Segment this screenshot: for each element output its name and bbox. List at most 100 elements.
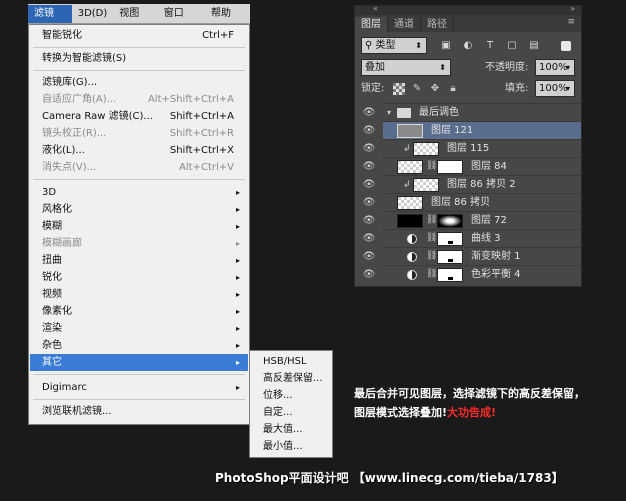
menu-item-label: 消失点(V)... — [42, 162, 97, 173]
menu-item-liquify[interactable]: 液化(L)... Shift+Ctrl+X — [30, 142, 248, 159]
menu-item-digimarc[interactable]: Digimarc ▸ — [30, 379, 248, 396]
menu-item-camera-raw[interactable]: Camera Raw 滤镜(C)... Shift+Ctrl+A — [30, 108, 248, 125]
tab-channels[interactable]: 通道 — [388, 17, 421, 32]
menu-item-other[interactable]: 其它 ▸ — [30, 354, 248, 371]
menu-item-label: 滤镜库(G)... — [42, 77, 98, 88]
eye-icon[interactable]: 👁︎ — [361, 104, 377, 122]
layer-mask-thumbnail[interactable] — [437, 214, 463, 228]
layer-row[interactable]: 👁︎ 图层 86 拷贝 — [363, 193, 581, 211]
menu-item-blur[interactable]: 模糊 ▸ — [30, 218, 248, 235]
collapse-left-icon[interactable]: « — [373, 4, 378, 13]
menubar: 滤镜(T) 3D(D) 视图(V) 窗口(W) 帮助(H) — [28, 4, 250, 37]
menu-item-convert-smart-filter[interactable]: 转换为智能滤镜(S) — [30, 50, 248, 67]
menu-item-stylize[interactable]: 风格化 ▸ — [30, 201, 248, 218]
fill-input[interactable]: 100% ▾ — [535, 80, 575, 97]
type-filter-icon[interactable]: T — [483, 39, 497, 53]
menu-3d[interactable]: 3D(D) — [72, 5, 114, 23]
blend-mode-select[interactable]: 叠加 ⬍ — [361, 59, 451, 76]
submenu-arrow-icon: ▸ — [235, 256, 240, 265]
menu-item-pixelate[interactable]: 像素化 ▸ — [30, 303, 248, 320]
eye-icon[interactable]: 👁︎ — [361, 122, 377, 140]
smart-object-filter-icon[interactable]: ▤ — [527, 39, 541, 53]
menu-item-label: 浏览联机滤镜... — [42, 406, 112, 417]
layer-mask-thumbnail[interactable] — [437, 232, 463, 246]
layer-row[interactable]: 👁︎ ↲ 图层 115 — [363, 139, 581, 157]
eye-icon[interactable]: 👁︎ — [361, 140, 377, 158]
submenu-item-maximum[interactable]: 最大值... — [251, 421, 331, 438]
eye-icon[interactable]: 👁︎ — [361, 176, 377, 194]
filter-toggle-icon[interactable] — [561, 41, 571, 51]
panel-tabs: 图层 通道 路径 — [355, 15, 581, 32]
menu-item-video[interactable]: 视频 ▸ — [30, 286, 248, 303]
lock-brush-icon[interactable]: ✎ — [411, 83, 423, 95]
lock-transparency-icon[interactable] — [393, 83, 405, 95]
image-filter-icon[interactable]: ▣ — [439, 39, 453, 53]
layer-name: 图层 86 拷贝 2 — [447, 179, 516, 190]
tutorial-caption: 最后合并可见图层，选择滤镜下的高反差保留， 图层模式选择叠加!大功告成! — [354, 384, 626, 422]
menu-filter[interactable]: 滤镜(T) — [28, 4, 72, 37]
collapse-right-icon[interactable]: » — [570, 4, 575, 13]
adjustment-filter-icon[interactable]: ◐ — [461, 39, 475, 53]
menu-window[interactable]: 窗口(W) — [158, 5, 205, 37]
eye-icon[interactable]: 👁︎ — [361, 194, 377, 212]
menu-item-label: 像素化 — [42, 306, 72, 317]
menu-item-shortcut: Shift+Ctrl+R — [169, 128, 234, 139]
layer-row[interactable]: 👁︎ ↲ 图层 86 拷贝 2 — [363, 175, 581, 193]
shape-filter-icon[interactable]: ▢ — [505, 39, 519, 53]
menu-item-shortcut: Ctrl+F — [202, 30, 234, 41]
layer-row-group[interactable]: 👁︎ ▾ 最后调色 — [363, 103, 581, 122]
caption-line-1: 最后合并可见图层，选择滤镜下的高反差保留， — [354, 387, 585, 400]
caption-line-2-prefix: 图层模式选择叠加! — [354, 406, 448, 419]
menu-item-distort[interactable]: 扭曲 ▸ — [30, 252, 248, 269]
panel-menu-icon[interactable]: ≡ — [567, 17, 575, 27]
layer-thumbnail — [413, 178, 439, 192]
submenu-item-high-pass[interactable]: 高反差保留... — [251, 370, 331, 387]
opacity-input[interactable]: 100% ▾ — [535, 59, 575, 76]
menu-item-sharpen[interactable]: 锐化 ▸ — [30, 269, 248, 286]
blend-mode-value: 叠加 — [365, 62, 385, 73]
menu-help[interactable]: 帮助(H) — [205, 5, 250, 37]
lock-move-icon[interactable]: ✥ — [429, 83, 441, 95]
menu-item-3d[interactable]: 3D ▸ — [30, 184, 248, 201]
eye-icon[interactable]: 👁︎ — [361, 230, 377, 248]
menu-item-adaptive-wide-angle[interactable]: 自适应广角(A)... Alt+Shift+Ctrl+A — [30, 91, 248, 108]
menu-item-noise[interactable]: 杂色 ▸ — [30, 337, 248, 354]
menu-item-browse-online-filters[interactable]: 浏览联机滤镜... — [30, 403, 248, 420]
tab-layers[interactable]: 图层 — [355, 17, 388, 32]
layer-name: 最后调色 — [419, 107, 459, 118]
layer-mask-thumbnail[interactable] — [437, 250, 463, 264]
filter-kind-select[interactable]: ⚲ 类型 ⬍ — [361, 37, 427, 54]
menu-item-label: 液化(L)... — [42, 145, 85, 156]
submenu-item-hsb-hsl[interactable]: HSB/HSL — [251, 353, 331, 370]
menu-item-vanishing-point[interactable]: 消失点(V)... Alt+Ctrl+V — [30, 159, 248, 176]
layer-mask-thumbnail[interactable] — [437, 160, 463, 174]
eye-icon[interactable]: 👁︎ — [361, 212, 377, 230]
menu-item-filter-gallery[interactable]: 滤镜库(G)... — [30, 74, 248, 91]
submenu-item-offset[interactable]: 位移... — [251, 387, 331, 404]
layer-row[interactable]: 👁︎ ⛓︎ 曲线 3 — [363, 229, 581, 247]
layer-row[interactable]: 👁︎ ⛓︎ 色彩平衡 4 — [363, 265, 581, 283]
menu-view[interactable]: 视图(V) — [113, 5, 157, 37]
menu-item-blur-gallery[interactable]: 模糊画廊 ▸ — [30, 235, 248, 252]
submenu-item-custom[interactable]: 自定... — [251, 404, 331, 421]
layer-row[interactable]: 👁︎ ⛓︎ 渐变映射 1 — [363, 247, 581, 265]
layer-row[interactable]: 👁︎ ⛓︎ 图层 84 — [363, 157, 581, 175]
eye-icon[interactable]: 👁︎ — [361, 248, 377, 266]
layer-row[interactable]: 👁︎ ⛓︎ 图层 72 — [363, 211, 581, 229]
menu-item-lens-correction[interactable]: 镜头校正(R)... Shift+Ctrl+R — [30, 125, 248, 142]
submenu-item-minimum[interactable]: 最小值... — [251, 438, 331, 455]
folder-icon — [397, 108, 411, 118]
layer-row-selected[interactable]: 👁︎ 图层 121 — [363, 121, 581, 139]
menu-separator — [33, 179, 245, 180]
tab-paths[interactable]: 路径 — [421, 17, 454, 32]
layer-mask-thumbnail[interactable] — [437, 268, 463, 282]
submenu-arrow-icon: ▸ — [235, 205, 240, 214]
eye-icon[interactable]: 👁︎ — [361, 266, 377, 284]
eye-icon[interactable]: 👁︎ — [361, 158, 377, 176]
menu-item-render[interactable]: 渲染 ▸ — [30, 320, 248, 337]
lock-all-icon[interactable]: 🔒︎ — [447, 83, 459, 95]
menu-item-smart-sharpen[interactable]: 智能锐化 Ctrl+F — [30, 27, 248, 44]
caption-highlight: 大功告成! — [447, 406, 497, 419]
disclosure-triangle-icon[interactable]: ▾ — [387, 104, 391, 122]
submenu-arrow-icon: ▸ — [235, 358, 240, 367]
